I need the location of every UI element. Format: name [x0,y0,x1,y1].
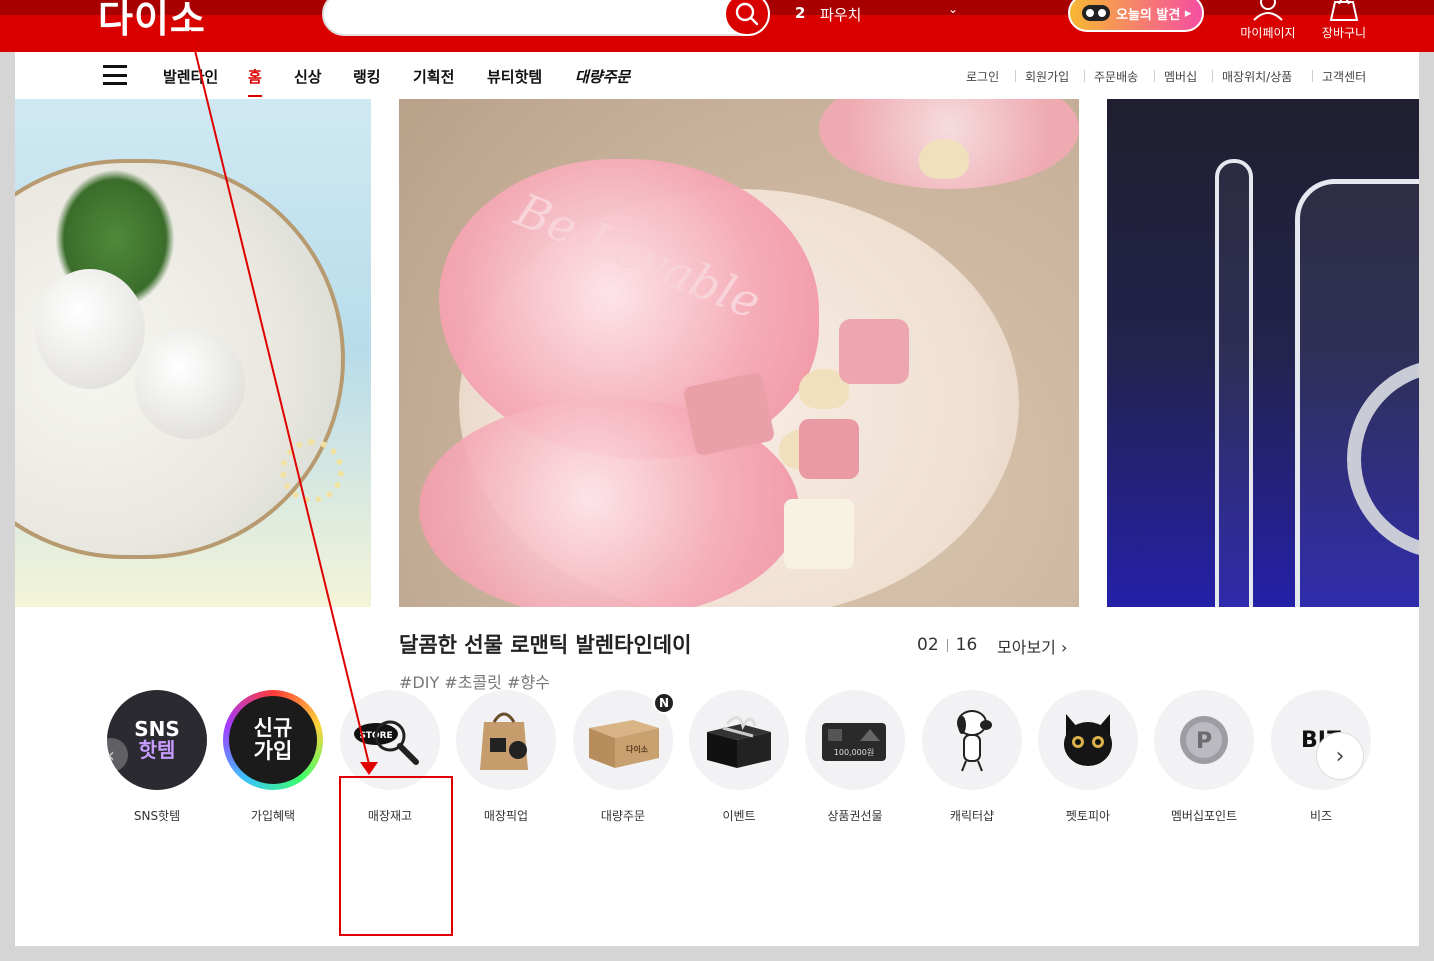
point-icon-text: P [1196,729,1212,754]
chocolate-image [784,499,854,569]
banner-slide-current[interactable]: Be Lovable [399,99,1079,607]
shortcut-label: 매장픽업 [483,809,529,823]
mypage-button[interactable]: 마이페이지 [1228,0,1308,41]
nav-item-promotions[interactable]: 기획전 [413,66,454,87]
cart-button[interactable]: 장바구니 [1304,0,1384,41]
view-all-link[interactable]: 모아보기 › [997,634,1067,658]
divider [1015,70,1016,82]
new-badge: N [653,692,675,714]
main-nav: 발렌타인 홈 신상 랭킹 기획전 뷰티핫템 대량주문 로그인 회원가입 주문배송… [15,52,1419,99]
signup-icon-text: 가입 [253,739,293,763]
shortcut-label: 이벤트 [722,809,756,823]
mypage-label: 마이페이지 [1240,26,1296,40]
user-icon [1253,0,1283,21]
login-link[interactable]: 로그인 [966,68,999,85]
gift-box-icon [689,690,789,790]
divider [1212,70,1213,82]
customer-center-link[interactable]: 고객센터 [1322,68,1366,85]
frame-border [1419,52,1434,961]
gift-card-icon-text: 100,000원 [834,748,874,757]
order-delivery-link[interactable]: 주문배송 [1094,68,1138,85]
chocolate-image [799,419,859,479]
shopping-bag-icon [1329,0,1359,21]
sns-hot-icon: SNS 핫템 [107,690,207,790]
annotation-highlight-box [339,776,453,936]
membership-link[interactable]: 멤버십 [1164,68,1197,85]
divider [1312,70,1313,82]
page: 다이소 2 파우치 ⌄ 오늘의 발견 ▸ 마이페이지 장바구니 발렌타인 홈 신… [0,0,1434,961]
nav-item-ranking[interactable]: 랭킹 [353,66,381,87]
shortcut-prev-button[interactable]: ‹ [94,738,128,772]
shortcut-label: 펫토피아 [1065,809,1111,823]
shortcut-label: 비즈 [1309,809,1333,823]
slide-counter: 02 16 [917,635,977,655]
search-input[interactable] [322,0,770,36]
frame-border [0,52,15,961]
shortcut-gift-card[interactable]: 100,000원 상품권선물 [805,690,905,824]
banner-title[interactable]: 달콤한 선물 로맨틱 발렌타인데이 [399,629,691,659]
eyes-icon [1082,5,1110,21]
shortcut-signup-benefit[interactable]: 신규 가입 가입혜택 [223,690,323,824]
shortcut-label: SNS핫템 [133,809,181,823]
divider [1154,70,1155,82]
banner-slide-next[interactable] [1107,99,1419,607]
shortcut-label: 대량주문 [600,809,646,823]
sns-icon-text: SNS [134,717,180,741]
paper-bag-icon [456,690,556,790]
frame-border [0,946,1434,961]
box-icon-text: 다이소 [626,744,649,754]
nav-item-new[interactable]: 신상 [294,66,322,87]
discover-button[interactable]: 오늘의 발견 ▸ [1068,0,1204,32]
search-button[interactable] [724,0,770,36]
black-cat-icon [1038,690,1138,790]
menu-icon[interactable] [103,65,127,85]
flower-decoration [280,439,344,503]
store-search-icon: STORE [340,690,440,790]
shortcut-character-shop[interactable]: 캐릭터샵 [922,690,1022,824]
slide-current: 02 [917,635,939,655]
chocolate-image [919,139,969,179]
shortcut-petopia[interactable]: 펫토피아 [1038,690,1138,824]
nav-item-beauty[interactable]: 뷰티핫템 [487,66,542,87]
trending-rank[interactable]: 2 [795,4,805,22]
phone-case-image [1215,159,1253,607]
store-location-link[interactable]: 매장위치/상품 [1222,68,1292,85]
snoopy-icon [922,690,1022,790]
chocolate-image [839,319,909,384]
top-header: 다이소 2 파우치 ⌄ 오늘의 발견 ▸ 마이페이지 장바구니 [0,0,1434,52]
chevron-left-icon: ‹ [107,743,115,767]
nav-item-home[interactable]: 홈 [248,66,262,97]
vase-image [135,329,245,439]
signup-icon-text: 신규 [253,715,293,740]
signup-icon: 신규 가입 [223,690,323,790]
trending-keyword[interactable]: 파우치 [820,4,861,25]
shortcut-label: 상품권선물 [827,809,883,823]
nav-item-valentine[interactable]: 발렌타인 [163,66,218,87]
shortcut-label: 가입혜택 [250,809,296,823]
gift-card-icon: 100,000원 [805,690,905,790]
shortcut-next-button[interactable]: › [1316,732,1364,780]
chevron-right-icon: › [1335,743,1345,769]
box-icon: 다이소 N [573,690,675,790]
cart-label: 장바구니 [1321,26,1367,40]
shortcut-label: 멤버십포인트 [1170,809,1238,823]
shortcut-bulk-order[interactable]: 다이소 N 대량주문 [573,690,675,824]
shortcut-membership-point[interactable]: P 멤버십포인트 [1154,690,1254,824]
discover-label: 오늘의 발견 [1116,7,1181,23]
nav-item-bulk-order[interactable]: 대량주문 [575,66,630,87]
shortcut-label: 캐릭터샵 [949,809,995,823]
hot-icon-text: 핫템 [138,738,176,762]
banner-slide-prev[interactable] [15,99,371,607]
chevron-right-icon: ▸ [1180,5,1192,21]
search-icon [735,2,759,26]
signup-link[interactable]: 회원가입 [1025,68,1069,85]
point-coin-icon: P [1154,690,1254,790]
vase-image [35,269,145,389]
divider [1084,70,1085,82]
slide-total: 16 [955,635,978,655]
chevron-down-icon[interactable]: ⌄ [948,2,958,16]
shortcut-store-pickup[interactable]: 매장픽업 [456,690,556,824]
shortcut-event[interactable]: 이벤트 [689,690,789,824]
daiso-logo[interactable]: 다이소 [98,0,206,43]
